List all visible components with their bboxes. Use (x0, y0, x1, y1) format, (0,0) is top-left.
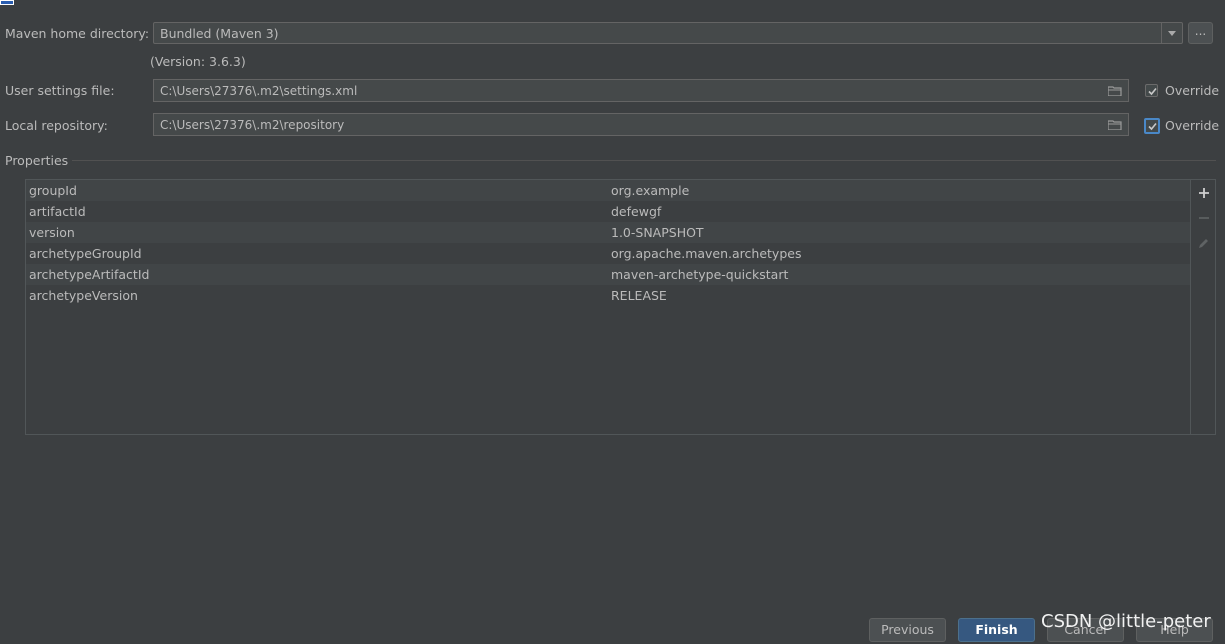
local-repository-override-label[interactable]: Override (1165, 118, 1219, 133)
property-value: org.apache.maven.archetypes (611, 246, 802, 261)
table-row[interactable]: artifactId defewgf (26, 201, 1190, 222)
app-icon (0, 0, 14, 5)
table-row[interactable]: version 1.0-SNAPSHOT (26, 222, 1190, 243)
table-row[interactable]: archetypeArtifactId maven-archetype-quic… (26, 264, 1190, 285)
user-settings-override-label[interactable]: Override (1165, 83, 1219, 98)
properties-table[interactable]: groupId org.example artifactId defewgf v… (25, 179, 1216, 435)
properties-title: Properties (5, 153, 69, 168)
property-key: archetypeVersion (29, 288, 138, 303)
chevron-down-icon[interactable] (1161, 23, 1182, 43)
property-key: version (29, 225, 75, 240)
edit-icon[interactable] (1191, 234, 1216, 254)
property-value: defewgf (611, 204, 662, 219)
watermark: CSDN @little-peter (1041, 611, 1211, 632)
user-settings-value: C:\Users\27376\.m2\settings.xml (160, 84, 358, 98)
user-settings-field[interactable]: C:\Users\27376\.m2\settings.xml (153, 79, 1129, 102)
maven-home-label: Maven home directory: (5, 26, 150, 41)
local-repository-field[interactable]: C:\Users\27376\.m2\repository (153, 113, 1129, 136)
local-repository-override-checkbox[interactable] (1144, 118, 1160, 134)
local-repository-label: Local repository: (5, 118, 108, 133)
table-row[interactable]: archetypeVersion RELEASE (26, 285, 1190, 306)
property-value: org.example (611, 183, 690, 198)
local-repository-value: C:\Users\27376\.m2\repository (160, 118, 345, 132)
maven-version-text: (Version: 3.6.3) (150, 54, 246, 69)
previous-button[interactable]: Previous (869, 618, 946, 642)
title-bar (0, 0, 1225, 6)
property-value: maven-archetype-quickstart (611, 267, 789, 282)
table-toolbar (1190, 180, 1216, 434)
property-value: RELEASE (611, 288, 667, 303)
folder-icon[interactable] (1108, 120, 1122, 130)
table-row[interactable]: groupId org.example (26, 180, 1190, 201)
property-key: artifactId (29, 204, 86, 219)
property-key: archetypeGroupId (29, 246, 142, 261)
maven-home-browse-button[interactable]: ... (1188, 22, 1213, 44)
properties-table-body[interactable]: groupId org.example artifactId defewgf v… (26, 180, 1190, 434)
finish-button[interactable]: Finish (958, 618, 1035, 642)
property-key: groupId (29, 183, 77, 198)
maven-home-value: Bundled (Maven 3) (160, 26, 279, 41)
table-row[interactable]: archetypeGroupId org.apache.maven.archet… (26, 243, 1190, 264)
maven-home-combobox[interactable]: Bundled (Maven 3) (153, 22, 1183, 44)
section-divider (72, 160, 1216, 161)
add-icon[interactable] (1191, 183, 1216, 203)
user-settings-override-checkbox[interactable] (1145, 84, 1158, 97)
property-key: archetypeArtifactId (29, 267, 150, 282)
property-value: 1.0-SNAPSHOT (611, 225, 704, 240)
user-settings-label: User settings file: (5, 83, 115, 98)
remove-icon[interactable] (1191, 208, 1216, 228)
folder-icon[interactable] (1108, 86, 1122, 96)
